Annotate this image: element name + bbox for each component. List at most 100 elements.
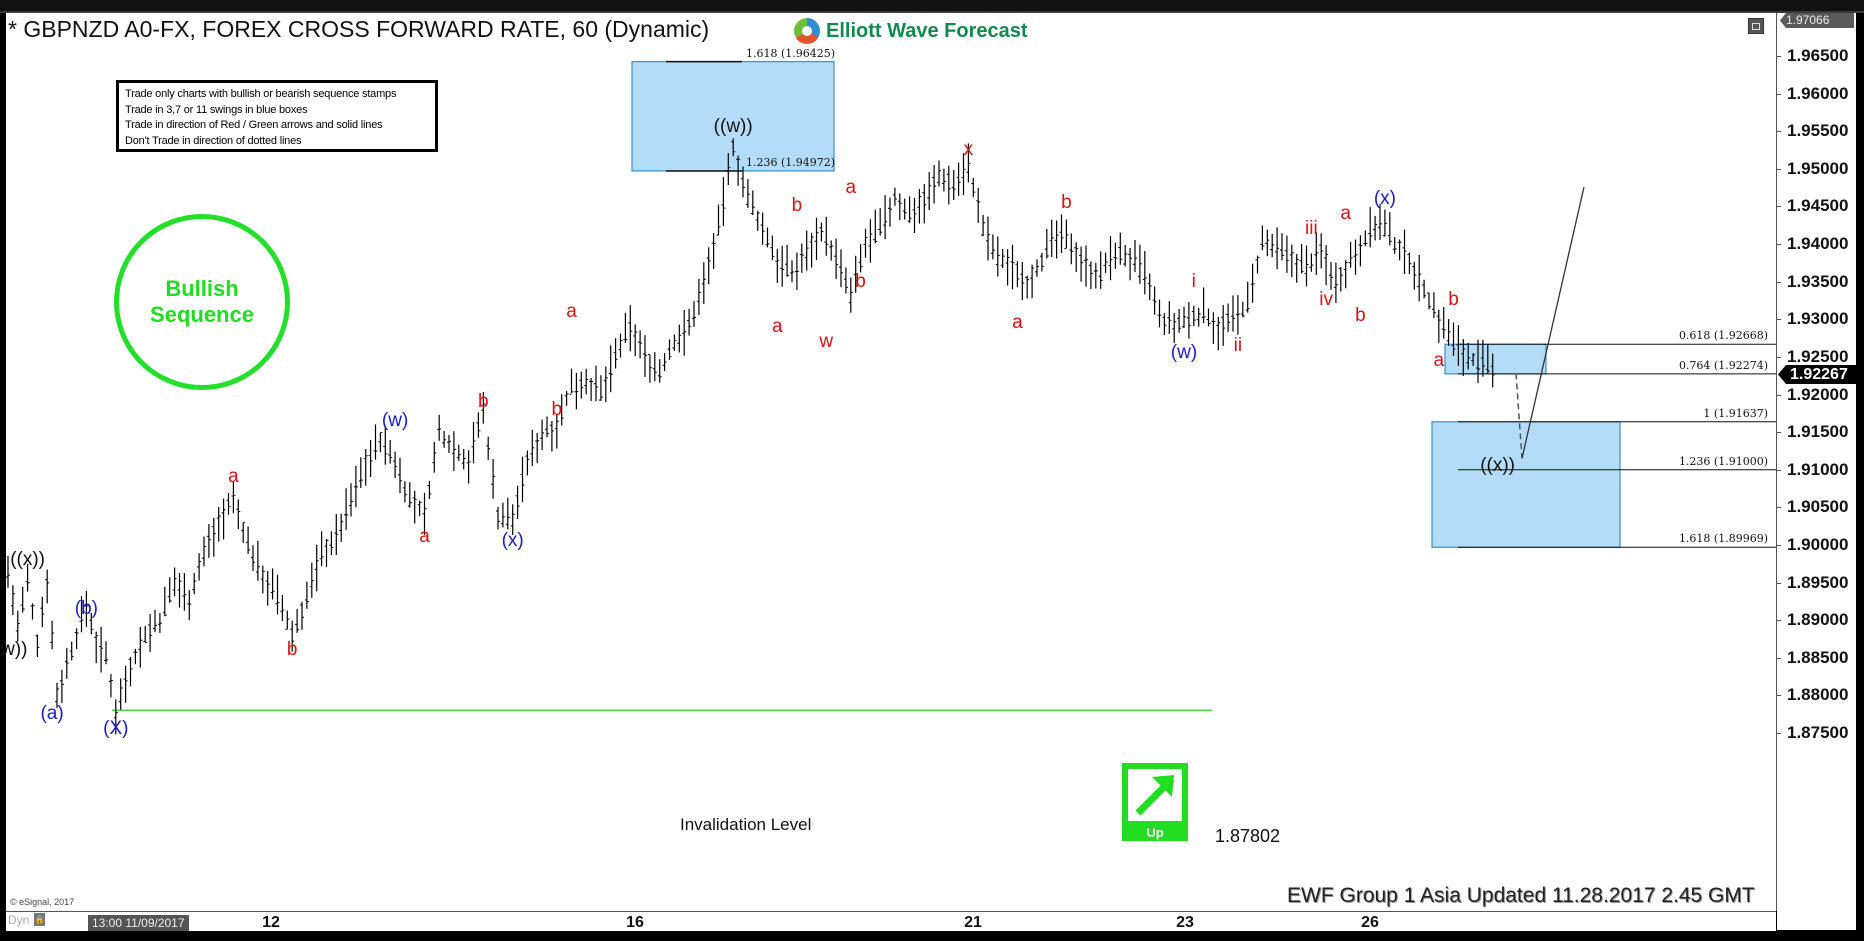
price-tick-mark	[1777, 733, 1781, 734]
top-price-marker: 1.97066	[1780, 13, 1854, 28]
price-tick-mark	[1777, 394, 1781, 396]
arrow-up-right-icon	[1128, 769, 1182, 821]
wave-label: (X)	[103, 718, 129, 740]
lock-icon[interactable]: 🔒	[34, 913, 45, 926]
wave-label: iii	[1305, 218, 1318, 239]
price-tick-mark	[1777, 131, 1781, 133]
price-tick-mark	[1777, 432, 1781, 434]
x-start-time: 13:00 11/09/2017	[88, 915, 189, 931]
brand-logo-icon	[794, 18, 820, 44]
dynamic-mode-toggle[interactable]: Dyn	[8, 913, 29, 927]
price-tick-label: 1.89000	[1787, 610, 1849, 630]
wave-label: ((w))	[0, 639, 28, 661]
wave-label: b	[551, 398, 563, 420]
price-tick-mark	[1777, 582, 1781, 584]
price-tick-mark	[1777, 544, 1781, 546]
price-tick-label: 1.88500	[1787, 647, 1849, 667]
projection-solid-line	[1521, 186, 1585, 459]
price-tick-label: 1.95000	[1787, 158, 1849, 178]
rule-line: Trade in direction of Red / Green arrows…	[125, 119, 383, 131]
time-tick-label: 16	[626, 914, 644, 931]
time-tick-label: 26	[1361, 914, 1379, 931]
price-tick-label: 1.90000	[1787, 534, 1849, 554]
updated-stamp: EWF Group 1 Asia Updated 11.28.2017 2.45…	[1287, 884, 1755, 907]
stamp-line-1: Bullish	[165, 276, 239, 301]
price-tick-label: 1.93000	[1787, 309, 1849, 329]
price-tick-label: 1.94500	[1787, 196, 1849, 216]
wave-label: a	[419, 526, 430, 548]
wave-label: b	[286, 639, 298, 661]
fib-label: 1.236 (1.94972)	[746, 155, 836, 169]
wave-label: (w)	[1170, 342, 1198, 364]
price-tick-label: 1.94000	[1787, 234, 1849, 254]
wave-label: b	[1355, 304, 1366, 326]
direction-up-badge: Up	[1122, 763, 1188, 841]
wave-label: b	[1448, 289, 1459, 311]
price-tick-label: 1.96000	[1787, 83, 1849, 103]
wave-label: ((w))	[713, 116, 753, 138]
price-tick-mark	[1777, 206, 1781, 208]
wave-label: i	[1191, 270, 1196, 292]
wave-label: iv	[1319, 289, 1333, 311]
rule-line: Trade only charts with bullish or bearis…	[125, 88, 397, 100]
price-tick-label: 1.89500	[1787, 572, 1849, 592]
fib-label: 1.618 (1.96425)	[746, 46, 836, 60]
fib-label: 1 (1.91637)	[1703, 406, 1768, 420]
wave-label: b	[791, 195, 803, 217]
price-tick-mark	[1777, 281, 1781, 283]
price-tick-mark	[1777, 244, 1781, 246]
price-tick-mark	[1777, 469, 1781, 471]
time-tick-label: 23	[1176, 914, 1194, 931]
price-tick-label: 1.87500	[1787, 723, 1849, 742]
brand-logo: Elliott Wave Forecast	[794, 18, 1028, 44]
direction-label: Up	[1146, 825, 1164, 840]
wave-label: a	[1340, 202, 1351, 224]
app-frame: * GBPNZD A0-FX, FOREX CROSS FORWARD RATE…	[0, 0, 1864, 941]
wave-label: a	[1012, 312, 1023, 334]
fib-target-box	[1444, 343, 1547, 375]
invalidation-label: Invalidation Level	[680, 815, 812, 834]
current-price-marker: 1.92267	[1778, 365, 1856, 384]
price-tick-mark	[1777, 93, 1781, 95]
price-tick-mark	[1777, 56, 1781, 57]
wave-label: a	[845, 176, 857, 198]
wave-label: x	[963, 139, 974, 161]
wave-label: (x)	[501, 530, 524, 552]
wave-label: (a)	[40, 703, 64, 725]
wave-label: ((x))	[1480, 454, 1515, 476]
price-tick-mark	[1777, 620, 1781, 622]
stamp-line-2: Sequence	[150, 302, 254, 327]
price-tick-label: 1.91000	[1787, 459, 1849, 479]
price-tick-mark	[1777, 695, 1781, 697]
wave-label: (w)	[381, 409, 409, 431]
price-tick-mark	[1777, 657, 1781, 659]
rule-line: Trade in 3,7 or 11 swings in blue boxes	[125, 103, 308, 116]
wave-label: w	[819, 330, 834, 352]
chart-title: * GBPNZD A0-FX, FOREX CROSS FORWARD RATE…	[8, 16, 710, 42]
price-tick-label: 1.88000	[1787, 685, 1849, 705]
price-tick-label: 1.95500	[1787, 121, 1849, 141]
wave-label: (x)	[1373, 187, 1396, 209]
price-tick-label: 1.92000	[1787, 384, 1849, 404]
fib-label: 1.618 (1.89969)	[1678, 532, 1768, 546]
wave-label: a	[772, 315, 783, 337]
trading-rules-box: Trade only charts with bullish or bearis…	[116, 80, 438, 152]
time-tick-label: 21	[964, 914, 982, 931]
price-tick-label: 1.93500	[1787, 271, 1849, 291]
price-tick-label: 1.96500	[1787, 46, 1849, 65]
brand-name: Elliott Wave Forecast	[826, 19, 1028, 42]
wave-label: b	[478, 391, 489, 413]
wave-label: ii	[1233, 334, 1243, 356]
price-tick-mark	[1777, 507, 1781, 509]
restore-window-icon[interactable]	[1748, 18, 1764, 34]
wave-label: ((x))	[10, 548, 45, 570]
price-tick-label: 1.90500	[1787, 497, 1849, 517]
price-tick-label: 1.92500	[1787, 346, 1849, 366]
time-tick-label: 12	[262, 914, 280, 931]
price-tick-mark	[1777, 319, 1781, 321]
rule-line: Don't Trade in direction of dotted lines	[125, 134, 302, 147]
price-tick-mark	[1777, 356, 1781, 358]
price-tick-mark	[1777, 168, 1781, 170]
wave-label: a	[228, 466, 239, 488]
wave-label: (b)	[74, 597, 99, 619]
